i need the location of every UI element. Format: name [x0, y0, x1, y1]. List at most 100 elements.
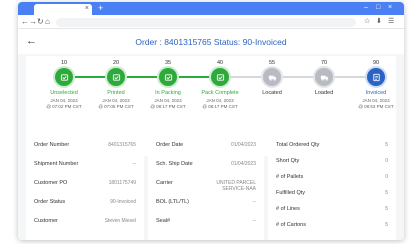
detail-row: BOL (LTL/TL) --	[148, 199, 264, 213]
step-number: 55	[268, 60, 276, 66]
address-bar[interactable]	[56, 18, 356, 27]
detail-row: Customer Steven Miesel	[26, 218, 144, 232]
step-date: JAN 04, 2023 @ 08:53 PM CST	[358, 98, 394, 109]
step-status-circle	[159, 68, 177, 86]
detail-value: Steven Miesel	[104, 218, 136, 224]
detail-value: 0	[385, 158, 388, 164]
detail-row: # of Lines 5	[268, 206, 396, 220]
check-icon	[216, 73, 225, 82]
menu-icon[interactable]: ☰	[388, 17, 394, 27]
detail-label: Order Number	[34, 142, 70, 148]
step-label: Pack Complete	[201, 90, 239, 96]
minimize-icon[interactable]: –	[364, 3, 368, 13]
step-status-circle	[211, 68, 229, 86]
detail-label: # of Cartons	[276, 222, 306, 228]
check-icon	[112, 73, 121, 82]
step-label: Located	[262, 90, 282, 96]
detail-label: Order Status	[34, 199, 66, 205]
back-icon[interactable]: ←	[21, 17, 29, 27]
detail-row: Order Number 8401315765	[26, 142, 144, 156]
step-status-circle	[107, 68, 125, 86]
step-label: Unselected	[50, 90, 78, 96]
order-info-card: Order Number 8401315765 Shipment Number -- C…	[26, 134, 144, 240]
detail-row: Customer PO 1801175749	[26, 180, 144, 194]
new-tab-button[interactable]: +	[98, 3, 103, 13]
detail-label: Shipment Number	[34, 161, 79, 167]
truck-icon	[320, 73, 329, 82]
detail-value: 01/04/2023	[230, 161, 256, 167]
close-window-icon[interactable]: ×	[388, 3, 392, 13]
star-icon[interactable]: ☆	[364, 17, 370, 27]
detail-row: Seal# --	[148, 218, 264, 232]
detail-value: 01/04/2023	[230, 142, 256, 148]
step-number: 35	[164, 60, 172, 66]
step-date: JAN 04, 2023 @ 08:17 PM CST	[202, 98, 238, 109]
detail-value: 8401315765	[108, 142, 136, 148]
detail-label: Order Date	[156, 142, 184, 148]
detail-label: Seal#	[156, 218, 171, 224]
detail-row: Carrier UNITED PARCEL SERVICE-NAA	[148, 180, 264, 194]
detail-label: Customer	[34, 218, 58, 224]
detail-label: Carrier	[156, 180, 173, 186]
detail-value: --	[252, 218, 256, 224]
detail-row: # of Pallets 0	[268, 174, 396, 188]
forward-icon[interactable]: →	[29, 17, 37, 27]
tab-bar: × + – □ ×	[18, 2, 404, 15]
step-date: JAN 04, 2023 @ 08:17 PM CST	[150, 98, 186, 109]
tab-close-icon[interactable]: ×	[85, 5, 89, 13]
detail-value: 90-Invoiced	[110, 199, 136, 205]
download-icon[interactable]: ⬇	[376, 17, 382, 27]
browser-window: × + – □ × ← → ↻ ⌂ ☆ ⬇ ☰ ← Order : 840131…	[18, 2, 404, 240]
detail-row: Total Ordered Qty 5	[268, 142, 396, 156]
detail-row: Order Date 01/04/2023	[148, 142, 264, 156]
quantity-info-card: Total Ordered Qty 5 Short Qty 0 # of Pallets…	[268, 134, 396, 240]
detail-label: Sch. Ship Date	[156, 161, 193, 167]
shipping-info-card: Order Date 01/04/2023 Sch. Ship Date 01/04/…	[148, 134, 264, 240]
detail-value: UNITED PARCEL SERVICE-NAA	[216, 180, 256, 192]
detail-row: Sch. Ship Date 01/04/2023	[148, 161, 264, 175]
detail-value: --	[132, 161, 136, 167]
detail-value: 1801175749	[108, 180, 136, 186]
step-date: JAN 04, 2023 @ 07:02 PM CST	[46, 98, 82, 109]
detail-row: Short Qty 0	[268, 158, 396, 172]
order-header: ← Order : 8401315765 Status: 90-Invoiced	[18, 30, 404, 54]
detail-value: 5	[385, 222, 388, 228]
step-number: 70	[320, 60, 328, 66]
step-number: 20	[112, 60, 120, 66]
detail-label: # of Pallets	[276, 174, 304, 180]
maximize-icon[interactable]: □	[376, 3, 380, 13]
check-icon	[164, 73, 173, 82]
detail-row: # of Cartons 5	[268, 222, 396, 236]
reload-icon[interactable]: ↻	[37, 17, 44, 27]
browser-tab[interactable]: ×	[34, 4, 92, 15]
step-number: 90	[372, 60, 380, 66]
step-label: Loaded	[314, 90, 334, 96]
detail-value: 5	[385, 190, 388, 196]
step-label: Printed	[107, 90, 125, 96]
step-number: 10	[60, 60, 68, 66]
step-label: In Packing	[155, 90, 181, 96]
detail-row: Shipment Number --	[26, 161, 144, 175]
truck-icon	[268, 73, 277, 82]
detail-label: Customer PO	[34, 180, 68, 186]
invoice-icon	[372, 73, 381, 82]
detail-value: --	[252, 199, 256, 205]
detail-label: BOL (LTL/TL)	[156, 199, 190, 205]
detail-row: Fulfilled Qty 5	[268, 190, 396, 204]
detail-label: Fulfilled Qty	[276, 190, 306, 196]
page-title: Order : 8401315765 Status: 90-Invoiced	[135, 37, 287, 47]
step-number: 40	[216, 60, 224, 66]
check-icon	[60, 73, 69, 82]
home-icon[interactable]: ⌂	[45, 17, 50, 27]
page-content: ← Order : 8401315765 Status: 90-Invoiced…	[18, 30, 404, 240]
step-label: Invoiced	[365, 90, 387, 96]
detail-label: Short Qty	[276, 158, 300, 164]
detail-row: Order Status 90-Invoiced	[26, 199, 144, 213]
detail-label: # of Lines	[276, 206, 300, 212]
detail-value: 5	[385, 206, 388, 212]
detail-value: 0	[385, 174, 388, 180]
step-status-circle	[315, 68, 333, 86]
detail-label: Total Ordered Qty	[276, 142, 320, 148]
browser-toolbar: ← → ↻ ⌂ ☆ ⬇ ☰	[18, 15, 404, 29]
step-date: JAN 04, 2023 @ 07:05 PM CST	[98, 98, 134, 109]
